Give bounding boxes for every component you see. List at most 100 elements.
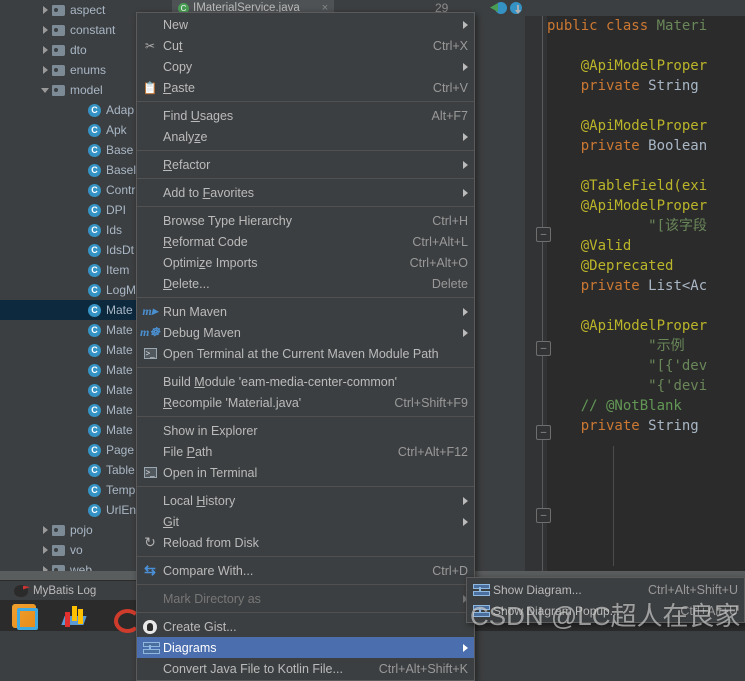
tree-node-mate[interactable]: C Mate <box>0 420 145 440</box>
java-class-icon: C <box>88 343 101 357</box>
menu-item-copy[interactable]: Copy <box>137 56 474 77</box>
chevron-right-icon[interactable] <box>38 526 52 534</box>
code-token: class <box>606 18 657 34</box>
reload-icon: ↻ <box>144 534 156 550</box>
tree-node-base[interactable]: C Base <box>0 140 145 160</box>
diagrams-submenu[interactable]: Show Diagram... Ctrl+Alt+Shift+U Show Diag… <box>466 577 745 623</box>
chevron-down-icon[interactable] <box>38 87 52 93</box>
submenu-item-show-diagram[interactable]: Show Diagram... Ctrl+Alt+Shift+U <box>467 579 744 600</box>
code-editor[interactable]: – – – – public class Materi @ApiModelPro… <box>525 16 745 581</box>
vcs-pull-icon[interactable] <box>510 2 522 14</box>
tree-node-table[interactable]: C Table <box>0 460 145 480</box>
context-menu[interactable]: New ✂ Cut Ctrl+X Copy 📋 Paste Ctrl+V Find Usages… <box>136 12 475 681</box>
code-line: @ApiModelProper <box>547 56 745 76</box>
tree-node-adap[interactable]: C Adap <box>0 100 145 120</box>
menu-item-refactor[interactable]: Refactor <box>137 154 474 175</box>
menu-item-delete[interactable]: Delete... Delete <box>137 273 474 294</box>
menu-item-debug-maven[interactable]: m☸ Debug Maven <box>137 322 474 343</box>
tree-node-basel[interactable]: C Basel <box>0 160 145 180</box>
tree-node-page[interactable]: C Page <box>0 440 145 460</box>
tree-node-aspect[interactable]: aspect <box>0 0 145 20</box>
taskbar-app-icon-1[interactable] <box>12 603 38 630</box>
chevron-right-icon[interactable] <box>38 26 52 34</box>
menu-item-create-gist[interactable]: Create Gist... <box>137 616 474 637</box>
menu-item-compare-with[interactable]: ⇆ Compare With... Ctrl+D <box>137 560 474 581</box>
tree-node-dpi[interactable]: C DPI <box>0 200 145 220</box>
code-token: "{'devi <box>648 378 708 394</box>
chevron-right-icon[interactable] <box>38 6 52 14</box>
diagram-icon <box>467 583 493 596</box>
menu-item-label: Run Maven <box>163 304 227 319</box>
chevron-right-icon[interactable] <box>38 66 52 74</box>
tree-node-mate[interactable]: C Mate <box>0 320 145 340</box>
menu-item-local-history[interactable]: Local History <box>137 490 474 511</box>
tree-node-apk[interactable]: C Apk <box>0 120 145 140</box>
code-token: "示例 <box>648 338 702 354</box>
code-token: private <box>580 278 649 294</box>
diagram-icon <box>467 604 493 617</box>
code-token: private <box>580 138 649 154</box>
indent-guide <box>613 446 614 566</box>
menu-item-add-to-favorites[interactable]: Add to Favorites <box>137 182 474 203</box>
tree-node-temp[interactable]: C Temp <box>0 480 145 500</box>
tree-node-mate[interactable]: C Mate <box>0 380 145 400</box>
menu-item-diagrams[interactable]: Diagrams <box>137 637 474 658</box>
menu-item-git[interactable]: Git <box>137 511 474 532</box>
tree-node-idsdt[interactable]: C IdsDt <box>0 240 145 260</box>
tree-node-model[interactable]: model <box>0 80 145 100</box>
tree-node-logm[interactable]: C LogM <box>0 280 145 300</box>
taskbar-app-icon-3[interactable] <box>112 604 141 633</box>
tree-node-enums[interactable]: enums <box>0 60 145 80</box>
code-text[interactable]: public class Materi @ApiModelProper priv… <box>547 16 745 581</box>
menu-item-shortcut: Ctrl+Alt+Shift+K <box>378 661 468 676</box>
code-token: List<Ac <box>648 278 708 294</box>
menu-item-new[interactable]: New <box>137 14 474 35</box>
menu-item-find-usages[interactable]: Find Usages Alt+F7 <box>137 105 474 126</box>
tree-node-vo[interactable]: vo <box>0 540 145 560</box>
menu-item-build-module-eam-media-center-common[interactable]: Build Module 'eam-media-center-common' <box>137 371 474 392</box>
chevron-right-icon[interactable] <box>38 46 52 54</box>
tree-node-ids[interactable]: C Ids <box>0 220 145 240</box>
tree-node-mate[interactable]: C Mate <box>0 340 145 360</box>
tree-node-contr[interactable]: C Contr <box>0 180 145 200</box>
tree-node-mate[interactable]: C Mate <box>0 360 145 380</box>
java-class-icon: C <box>88 223 101 237</box>
tree-node-pojo[interactable]: pojo <box>0 520 145 540</box>
taskbar-app-icon-2[interactable] <box>62 604 86 628</box>
editor-gutter[interactable]: – – – – <box>525 16 551 581</box>
tree-node-item[interactable]: C Item <box>0 260 145 280</box>
menu-item-convert-java-file-to-kotlin-file[interactable]: Convert Java File to Kotlin File... Ctrl+… <box>137 658 474 679</box>
tree-node-label: enums <box>70 63 107 77</box>
tree-node-mate[interactable]: C Mate <box>0 300 145 320</box>
folder-icon <box>52 24 65 36</box>
menu-item-open-terminal-at-the-current-maven-module-path[interactable]: >_ Open Terminal at the Current Maven Mod… <box>137 343 474 364</box>
menu-item-cut[interactable]: ✂ Cut Ctrl+X <box>137 35 474 56</box>
tree-node-dto[interactable]: dto <box>0 40 145 60</box>
menu-item-run-maven[interactable]: m▸ Run Maven <box>137 301 474 322</box>
tree-node-urlen[interactable]: C UrlEn <box>0 500 145 520</box>
code-token: String <box>648 418 699 434</box>
menu-item-reload-from-disk[interactable]: ↻ Reload from Disk <box>137 532 474 553</box>
menu-item-optimize-imports[interactable]: Optimize Imports Ctrl+Alt+O <box>137 252 474 273</box>
menu-item-shortcut: Ctrl+Alt+L <box>412 234 468 249</box>
menu-item-reformat-code[interactable]: Reformat Code Ctrl+Alt+L <box>137 231 474 252</box>
tree-node-mate[interactable]: C Mate <box>0 400 145 420</box>
code-line: "示例 <box>547 336 745 356</box>
submenu-item-show-diagram-popup[interactable]: Show Diagram Popup... Ctrl+Alt+U <box>467 600 744 621</box>
tool-window-button-mybatis-log[interactable]: MyBatis Log <box>33 585 96 597</box>
tree-node-label: Mate <box>106 403 133 417</box>
menu-item-paste[interactable]: 📋 Paste Ctrl+V <box>137 77 474 98</box>
menu-item-show-in-explorer[interactable]: Show in Explorer <box>137 420 474 441</box>
menu-item-recompile-material-java[interactable]: Recompile 'Material.java' Ctrl+Shift+F9 <box>137 392 474 413</box>
menu-item-file-path[interactable]: File Path Ctrl+Alt+F12 <box>137 441 474 462</box>
github-icon <box>137 619 163 634</box>
folder-icon <box>52 44 65 56</box>
tree-node-constant[interactable]: constant <box>0 20 145 40</box>
menu-item-analyze[interactable]: Analyze <box>137 126 474 147</box>
chevron-right-icon[interactable] <box>38 546 52 554</box>
vcs-update-icon[interactable] <box>495 2 507 14</box>
menu-item-open-in-terminal[interactable]: >_ Open in Terminal <box>137 462 474 483</box>
project-tool-window[interactable]: aspect constant dto enums model C Adap C Apk C Bas… <box>0 0 145 578</box>
menu-item-browse-type-hierarchy[interactable]: Browse Type Hierarchy Ctrl+H <box>137 210 474 231</box>
